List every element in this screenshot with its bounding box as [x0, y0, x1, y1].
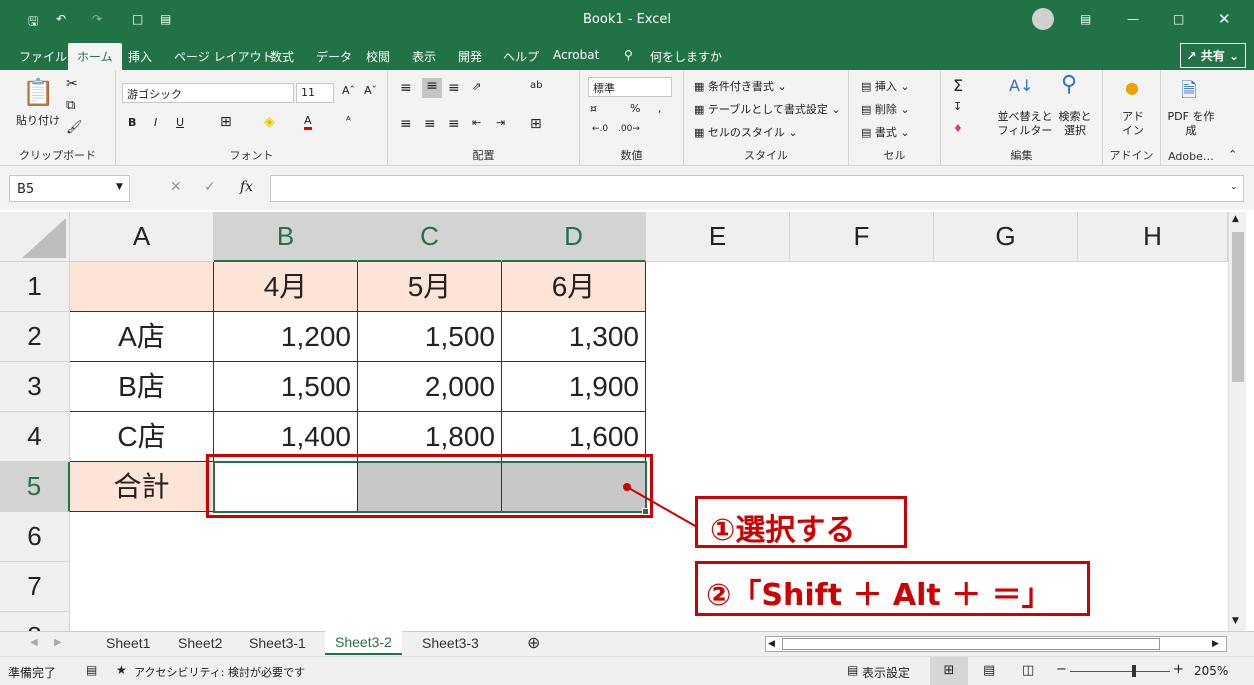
accessibility-status[interactable]: アクセシビリティ: 検討が必要です — [134, 664, 305, 680]
callout-step2: ②「Shift ＋ Alt ＋ ＝」 — [695, 561, 1090, 616]
callout-step1: ①選択する — [695, 496, 907, 548]
sheet-tab-3[interactable]: Sheet3-1 — [249, 635, 306, 651]
hscroll-right-icon[interactable]: ▶ — [1212, 638, 1219, 649]
hscroll-thumb[interactable] — [782, 638, 1160, 650]
ready-status: 準備完了 — [8, 666, 57, 680]
sheet-tab-1[interactable]: Sheet1 — [106, 635, 150, 651]
zoom-in-icon[interactable]: + — [1173, 662, 1184, 677]
add-sheet-icon[interactable]: ⊕ — [527, 633, 540, 653]
sheet-next-icon[interactable]: ▶ — [54, 637, 62, 648]
display-settings-button[interactable]: 表示設定 — [862, 664, 910, 681]
sheet-prev-icon[interactable]: ◀ — [30, 637, 38, 648]
horizontal-scrollbar[interactable]: ◀ ▶ — [765, 636, 1227, 652]
sheet-tab-2[interactable]: Sheet2 — [178, 635, 222, 651]
hscroll-left-icon[interactable]: ◀ — [768, 638, 775, 649]
display-settings-icon: ▤ — [847, 663, 859, 677]
page-layout-view-icon[interactable]: ▤ — [983, 663, 995, 678]
sheet-tab-5[interactable]: Sheet3-3 — [422, 635, 479, 651]
macro-icon[interactable]: ▤ — [86, 663, 97, 677]
zoom-slider[interactable] — [1070, 665, 1170, 677]
sheet-tab-4[interactable]: Sheet3-2 — [325, 631, 402, 655]
zoom-level[interactable]: 205% — [1194, 664, 1228, 678]
normal-view-icon[interactable]: ⊞ — [930, 657, 968, 685]
page-break-view-icon[interactable]: ◫ — [1022, 663, 1034, 678]
status-bar: 準備完了 ▤ ★ アクセシビリティ: 検討が必要です ▤ 表示設定 ⊞ ▤ ◫ … — [0, 656, 1254, 685]
sheet-tab-bar: ◀ ▶ Sheet1 Sheet2 Sheet3-1 Sheet3-2 Shee… — [0, 631, 1254, 656]
zoom-out-icon[interactable]: − — [1056, 662, 1067, 677]
zoom-slider-thumb[interactable] — [1132, 665, 1136, 677]
accessibility-icon: ★ — [116, 663, 127, 677]
